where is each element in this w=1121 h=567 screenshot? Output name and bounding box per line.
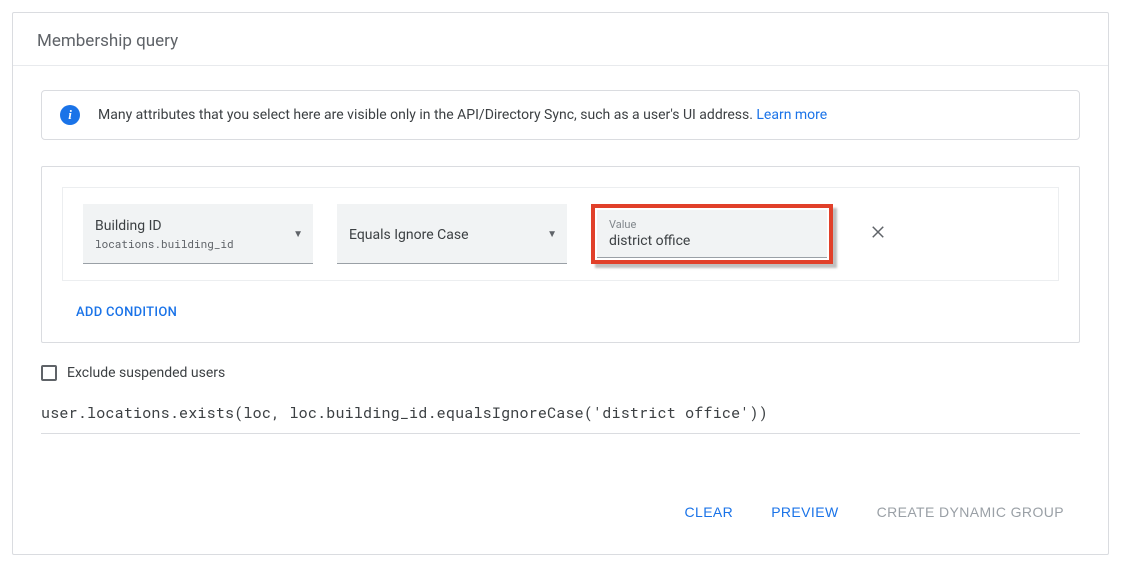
- info-icon: i: [60, 105, 80, 125]
- value-input[interactable]: Value district office: [597, 210, 827, 258]
- clear-button[interactable]: CLEAR: [681, 498, 738, 526]
- exclude-suspended-checkbox[interactable]: [41, 365, 57, 381]
- info-text: Many attributes that you select here are…: [98, 107, 753, 123]
- remove-condition-button[interactable]: [863, 222, 893, 246]
- close-icon: [869, 223, 887, 241]
- info-text-container: Many attributes that you select here are…: [98, 107, 827, 123]
- attribute-dropdown[interactable]: Building ID locations.building_id ▼: [83, 204, 313, 264]
- value-text: district office: [609, 233, 815, 249]
- attribute-path: locations.building_id: [95, 236, 234, 251]
- chevron-down-icon: ▼: [293, 229, 303, 240]
- value-label: Value: [609, 218, 815, 231]
- action-bar: CLEAR PREVIEW CREATE DYNAMIC GROUP: [41, 498, 1080, 550]
- info-banner: i Many attributes that you select here a…: [41, 90, 1080, 140]
- page-title: Membership query: [37, 31, 1084, 51]
- operator-dropdown[interactable]: Equals Ignore Case ▼: [337, 204, 567, 264]
- value-field-highlight: Value district office: [591, 204, 833, 264]
- operator-label: Equals Ignore Case: [349, 227, 469, 243]
- condition-row: Building ID locations.building_id ▼ Equa…: [62, 187, 1059, 281]
- create-dynamic-group-button: CREATE DYNAMIC GROUP: [873, 498, 1068, 526]
- exclude-suspended-label: Exclude suspended users: [67, 365, 225, 381]
- preview-button[interactable]: PREVIEW: [767, 498, 842, 526]
- query-string-display: user.locations.exists(loc, loc.building_…: [41, 403, 1080, 434]
- chevron-down-icon: ▼: [547, 229, 557, 240]
- membership-query-card: Membership query i Many attributes that …: [12, 12, 1109, 555]
- add-condition-button[interactable]: ADD CONDITION: [62, 281, 1059, 342]
- exclude-suspended-row: Exclude suspended users: [41, 365, 1080, 381]
- card-body: i Many attributes that you select here a…: [13, 66, 1108, 554]
- card-header: Membership query: [13, 13, 1108, 66]
- learn-more-link[interactable]: Learn more: [756, 107, 827, 123]
- conditions-panel: Building ID locations.building_id ▼ Equa…: [41, 166, 1080, 343]
- attribute-label: Building ID: [95, 218, 234, 234]
